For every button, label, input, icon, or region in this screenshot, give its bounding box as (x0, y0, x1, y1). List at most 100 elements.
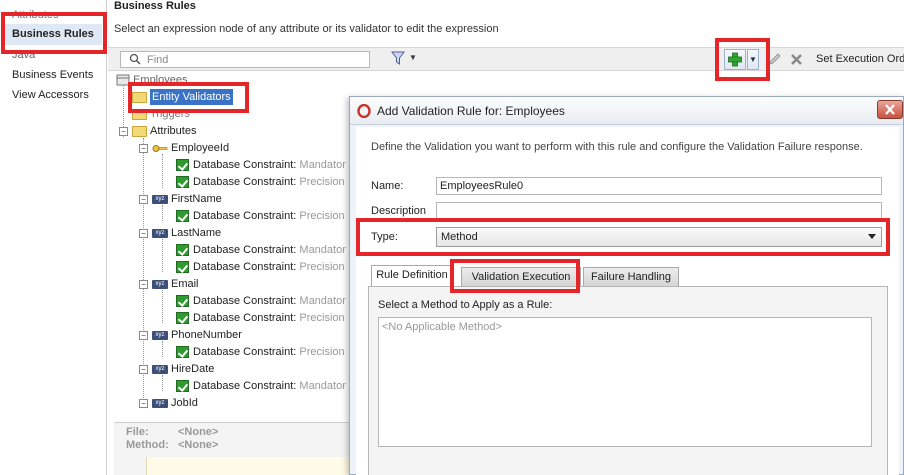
filter-icon[interactable] (391, 51, 405, 66)
nav-item-business-events[interactable]: Business Events (12, 69, 93, 81)
tree-node-attribute[interactable]: xyz LastName (152, 225, 221, 241)
tree-node-attribute[interactable]: EmployeeId (152, 140, 229, 156)
attribute-icon: xyz (152, 364, 168, 374)
attribute-name: HireDate (171, 363, 215, 376)
tree-node-rule[interactable]: Database Constraint: Precision (176, 310, 345, 326)
tree-node-rule[interactable]: Database Constraint: Mandator (176, 378, 346, 394)
search-icon (129, 53, 141, 65)
collapse-icon[interactable]: − (139, 229, 148, 238)
rule-label: Database Constraint: (193, 312, 297, 325)
dialog-body: Define the Validation you want to perfor… (356, 127, 899, 475)
pencil-icon[interactable] (768, 52, 782, 66)
attribute-icon: xyz (152, 194, 168, 204)
annotation-box (450, 259, 580, 293)
rule-type: Mandator (299, 380, 346, 393)
page-title: Business Rules (114, 0, 196, 12)
tree-node-attribute[interactable]: xyz FirstName (152, 191, 222, 207)
tree-node-rule[interactable]: Database Constraint: Mandator (176, 157, 346, 173)
rule-label: Database Constraint: (193, 295, 297, 308)
attribute-icon: xyz (152, 398, 168, 408)
tree-node-attributes[interactable]: Attributes (132, 123, 196, 139)
tree-connector (162, 375, 163, 391)
nav-item-view-accessors[interactable]: View Accessors (12, 89, 89, 101)
tree-connector (162, 290, 163, 323)
check-icon (176, 261, 189, 274)
collapse-icon[interactable]: − (119, 127, 128, 136)
collapse-icon[interactable]: − (139, 399, 148, 408)
check-icon (176, 346, 189, 359)
attribute-icon: xyz (152, 330, 168, 340)
rule-type: Precision (299, 176, 345, 189)
find-input[interactable]: Find (120, 51, 370, 68)
name-field[interactable] (436, 177, 882, 195)
delete-icon[interactable] (790, 53, 803, 66)
tree-node-attribute[interactable]: xyz HireDate (152, 361, 214, 377)
left-nav: Attributes Business Rules Java Business … (0, 0, 107, 475)
tree-connector (162, 154, 163, 188)
attribute-name: FirstName (171, 193, 222, 206)
tree-node-rule[interactable]: Database Constraint: Precision (176, 344, 345, 360)
rule-type: Mandator (299, 244, 346, 257)
annotation-box (715, 38, 770, 81)
dialog-titlebar[interactable]: Add Validation Rule for: Employees (350, 97, 903, 125)
check-icon (176, 312, 189, 325)
rule-type: Precision (299, 346, 345, 359)
set-execution-order-button[interactable]: Set Execution Ord (816, 53, 904, 65)
tree-connector (162, 205, 163, 221)
filter-dropdown-icon[interactable]: ▼ (409, 53, 417, 62)
expression-file-panel: File: <None> Method: <None> (114, 422, 350, 475)
name-label: Name: (371, 180, 404, 192)
attribute-name: PhoneNumber (171, 329, 242, 342)
tab-failure-handling[interactable]: Failure Handling (583, 267, 679, 286)
rule-type: Precision (299, 261, 345, 274)
check-icon (176, 380, 189, 393)
rule-type: Mandator (299, 159, 346, 172)
find-placeholder: Find (147, 54, 169, 66)
rules-toolbar: Find ▼ ▼ Set Execution Ord (108, 47, 904, 71)
attribute-name: Email (171, 278, 199, 291)
rule-tabs: Rule Definition Validation Execution Fai… (368, 265, 888, 287)
check-icon (176, 210, 189, 223)
collapse-icon[interactable]: − (139, 195, 148, 204)
rule-label: Database Constraint: (193, 244, 297, 257)
method-value: <None> (178, 439, 219, 451)
file-value: <None> (178, 426, 219, 438)
tree-node-attribute[interactable]: xyz Email (152, 276, 199, 292)
add-validation-rule-dialog: Add Validation Rule for: Employees Defin… (349, 96, 904, 475)
file-label: File: (126, 426, 149, 438)
check-icon (176, 295, 189, 308)
rule-type: Precision (299, 312, 345, 325)
method-label: Method: (126, 439, 169, 451)
method-list[interactable]: <No Applicable Method> (378, 317, 872, 447)
rule-label: Database Constraint: (193, 176, 297, 189)
check-icon (176, 176, 189, 189)
collapse-icon[interactable]: − (139, 144, 148, 153)
annotation-box (128, 82, 249, 113)
tree-node-rule[interactable]: Database Constraint: Mandator (176, 242, 346, 258)
collapse-icon[interactable]: − (139, 365, 148, 374)
tree-node-attribute[interactable]: xyz PhoneNumber (152, 327, 242, 343)
rule-label: Database Constraint: (193, 346, 297, 359)
rule-type: Precision (299, 210, 345, 223)
description-label: Description (371, 205, 427, 217)
rule-label: Database Constraint: (193, 210, 297, 223)
collapse-icon[interactable]: − (139, 280, 148, 289)
tree-connector (162, 341, 163, 357)
tab-rule-definition[interactable]: Rule Definition (371, 265, 453, 287)
attribute-icon: xyz (152, 228, 168, 238)
close-button[interactable] (877, 100, 903, 119)
tree-node-rule[interactable]: Database Constraint: Precision (176, 174, 345, 190)
tree-node-rule[interactable]: Database Constraint: Precision (176, 259, 345, 275)
dialog-title: Add Validation Rule for: Employees (377, 104, 565, 118)
annotation-box (356, 218, 890, 256)
method-list-empty: <No Applicable Method> (382, 321, 502, 333)
tree-node-attribute[interactable]: xyz JobId (152, 395, 198, 411)
folder-icon (132, 125, 147, 137)
expression-editor[interactable] (146, 457, 350, 475)
rule-definition-panel: Select a Method to Apply as a Rule: <No … (368, 286, 888, 475)
tree-node-rule[interactable]: Database Constraint: Mandator (176, 293, 346, 309)
tree-node-rule[interactable]: Database Constraint: Precision (176, 208, 345, 224)
attribute-icon: xyz (152, 279, 168, 289)
collapse-icon[interactable]: − (139, 331, 148, 340)
tree-label-attributes: Attributes (150, 125, 197, 138)
